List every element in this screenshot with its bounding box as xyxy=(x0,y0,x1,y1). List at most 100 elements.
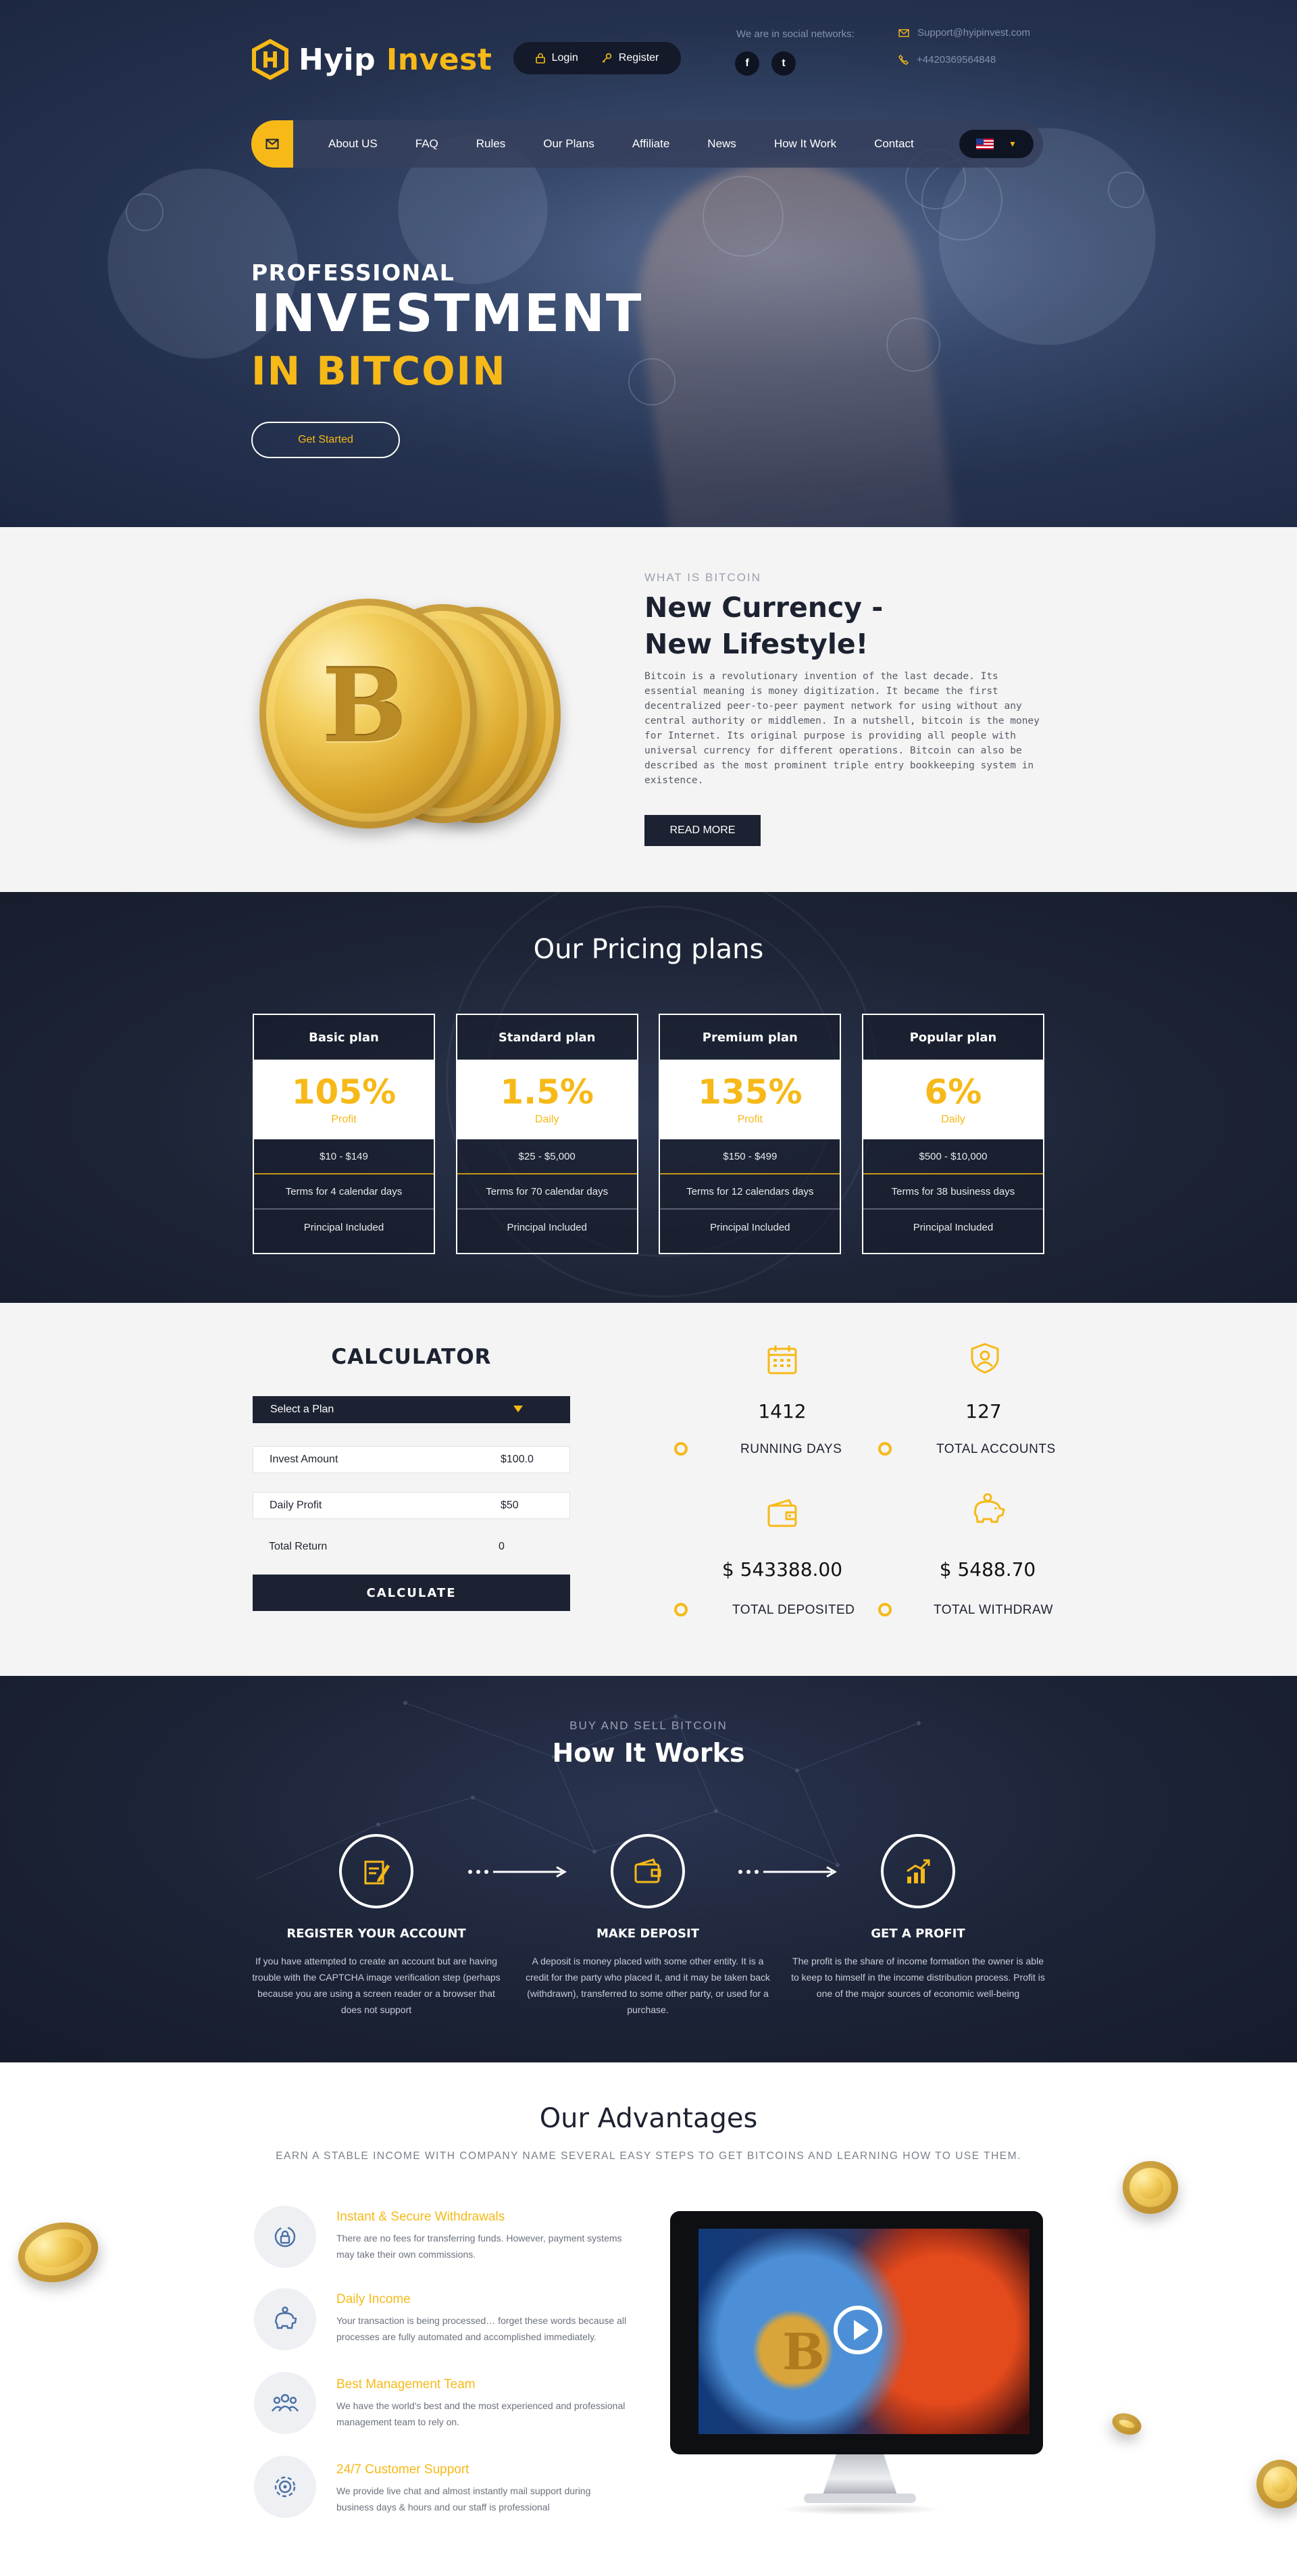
twitter-icon[interactable]: t xyxy=(771,51,796,76)
nav-mail-button[interactable] xyxy=(251,120,293,168)
read-more-button[interactable]: READ MORE xyxy=(644,815,761,846)
step-arrow-icon xyxy=(738,1865,839,1879)
wallet-icon xyxy=(766,1497,798,1530)
play-icon[interactable] xyxy=(834,2306,882,2354)
key-icon xyxy=(602,53,611,63)
plan-name: Standard plan xyxy=(498,1030,596,1045)
site-logo[interactable]: Hyip Invest xyxy=(251,39,492,80)
hero-title: INVESTMENT xyxy=(251,284,643,344)
register-icon xyxy=(339,1834,413,1908)
total-withdraw-value: $ 5488.70 xyxy=(939,1558,1036,1581)
monitor-stand xyxy=(823,2454,897,2495)
login-link[interactable]: Login xyxy=(535,52,578,64)
contact-phone[interactable]: +4420369564848 xyxy=(898,54,996,66)
phone-text: +4420369564848 xyxy=(917,54,996,66)
plan-card-premium[interactable]: Premium plan 135% Profit $150 - $499 Ter… xyxy=(659,1014,842,1254)
floating-coin xyxy=(11,2214,105,2291)
nav-items: About US FAQ Rules Our Plans Affiliate N… xyxy=(309,137,933,151)
plan-principal: Principal Included xyxy=(507,1221,587,1233)
plan-name: Basic plan xyxy=(309,1030,379,1045)
language-selector[interactable]: ▼ xyxy=(959,130,1034,158)
bitcoin-bubble xyxy=(886,318,940,372)
bullet-ring-icon xyxy=(674,1603,688,1616)
contact-email[interactable]: Support@hyipinvest.com xyxy=(898,27,1030,39)
support-gear-icon xyxy=(254,2456,316,2518)
bitcoin-bubble xyxy=(628,358,676,405)
step-title-profit: GET A PROFIT xyxy=(871,1927,965,1941)
nav-faq[interactable]: FAQ xyxy=(397,137,457,151)
plan-terms: Terms for 38 business days xyxy=(863,1174,1043,1210)
nav-news[interactable]: News xyxy=(688,137,755,151)
piggy-bank-icon xyxy=(254,2288,316,2350)
plan-range: $10 - $149 xyxy=(254,1139,434,1174)
nav-rules[interactable]: Rules xyxy=(457,137,524,151)
plan-rate: 105% xyxy=(291,1072,397,1112)
us-flag-icon xyxy=(976,139,994,149)
plan-unit: Daily xyxy=(941,1114,965,1125)
phone-icon xyxy=(898,55,909,65)
team-icon xyxy=(254,2372,316,2434)
plan-name: Premium plan xyxy=(702,1030,798,1045)
nav-plans[interactable]: Our Plans xyxy=(524,137,613,151)
plan-rate-box: 105% Profit xyxy=(254,1060,434,1139)
plan-card-standard[interactable]: Standard plan 1.5% Daily $25 - $5,000 Te… xyxy=(455,1014,638,1254)
piggy-bank-icon xyxy=(969,1493,1007,1526)
plan-principal: Principal Included xyxy=(710,1221,790,1233)
step-title-register: REGISTER YOUR ACCOUNT xyxy=(286,1927,466,1941)
total-accounts-value: 127 xyxy=(965,1400,1002,1422)
plan-unit: Daily xyxy=(534,1114,559,1125)
step-body-profit: The profit is the share of income format… xyxy=(791,1956,1045,1999)
calculate-button[interactable]: CALCULATE xyxy=(253,1575,570,1611)
nav-affiliate[interactable]: Affiliate xyxy=(613,137,688,151)
plan-card-popular[interactable]: Popular plan 6% Daily $500 - $10,000 Ter… xyxy=(861,1014,1044,1254)
monitor-base xyxy=(804,2494,916,2503)
nav-contact[interactable]: Contact xyxy=(855,137,933,151)
plan-terms: Terms for 12 calendars days xyxy=(660,1174,840,1210)
bitcoin-bubble xyxy=(126,193,163,231)
hero-title-accent: IN BITCOIN xyxy=(251,348,507,394)
caret-down-icon xyxy=(513,1406,523,1412)
advantages-subtitle: EARN A STABLE INCOME WITH COMPANY NAME S… xyxy=(276,2150,1021,2162)
plan-unit: Profit xyxy=(331,1114,357,1125)
plan-range: $150 - $499 xyxy=(660,1139,840,1174)
bullet-ring-icon xyxy=(878,1442,892,1456)
social-links: f t xyxy=(735,51,796,76)
total-accounts-label: TOTAL ACCOUNTS xyxy=(936,1442,1056,1456)
plan-card-basic[interactable]: Basic plan 105% Profit $10 - $149 Terms … xyxy=(253,1014,435,1254)
nav-how-it-work[interactable]: How It Work xyxy=(755,137,855,151)
step-title-deposit: MAKE DEPOSIT xyxy=(596,1927,700,1941)
advantage-text-support: We provide live chat and almost instantl… xyxy=(336,2485,591,2512)
bitcoin-bubble xyxy=(1108,172,1144,208)
step-body-register: If you have attempted to create an accou… xyxy=(252,1956,501,2015)
about-title: New Currency - New Lifestyle! xyxy=(644,589,982,662)
plan-select-value: Select a Plan xyxy=(270,1404,334,1415)
get-started-button[interactable]: Get Started xyxy=(251,422,400,458)
pricing-title: Our Pricing plans xyxy=(533,934,764,965)
how-eyebrow: BUY AND SELL BITCOIN xyxy=(569,1719,728,1732)
advantage-text-team: We have the world's best and the most ex… xyxy=(336,2400,626,2427)
total-withdraw-label: TOTAL WITHDRAW xyxy=(934,1603,1053,1617)
bitcoin-symbol: B xyxy=(322,647,407,766)
daily-profit-label: Daily Profit xyxy=(270,1500,322,1511)
bullet-ring-icon xyxy=(674,1442,688,1456)
nav-about[interactable]: About US xyxy=(309,137,397,151)
hero-eyebrow: PROFESSIONAL xyxy=(251,259,455,286)
plan-principal: Principal Included xyxy=(303,1221,384,1233)
daily-profit-value: $50 xyxy=(501,1500,519,1511)
facebook-icon[interactable]: f xyxy=(735,51,759,76)
register-link[interactable]: Register xyxy=(601,52,659,64)
secure-lock-icon xyxy=(254,2206,316,2268)
daily-profit-field[interactable]: Daily Profit $50 xyxy=(253,1492,570,1519)
lock-icon xyxy=(535,53,545,64)
bullet-ring-icon xyxy=(878,1603,892,1616)
plan-terms: Terms for 70 calendar days xyxy=(457,1174,637,1210)
login-label: Login xyxy=(551,52,578,64)
advantage-title-support: 24/7 Customer Support xyxy=(336,2462,469,2477)
plan-select[interactable]: Select a Plan xyxy=(253,1396,570,1423)
about-body: Bitcoin is a revolutionary invention of … xyxy=(644,671,1040,786)
total-return-value: 0 xyxy=(499,1541,505,1552)
about-eyebrow: WHAT IS BITCOIN xyxy=(644,571,761,584)
calculator-section xyxy=(0,1303,1297,1676)
invest-amount-field[interactable]: Invest Amount $100.0 xyxy=(253,1446,570,1473)
running-days-label: RUNNING DAYS xyxy=(740,1442,842,1456)
